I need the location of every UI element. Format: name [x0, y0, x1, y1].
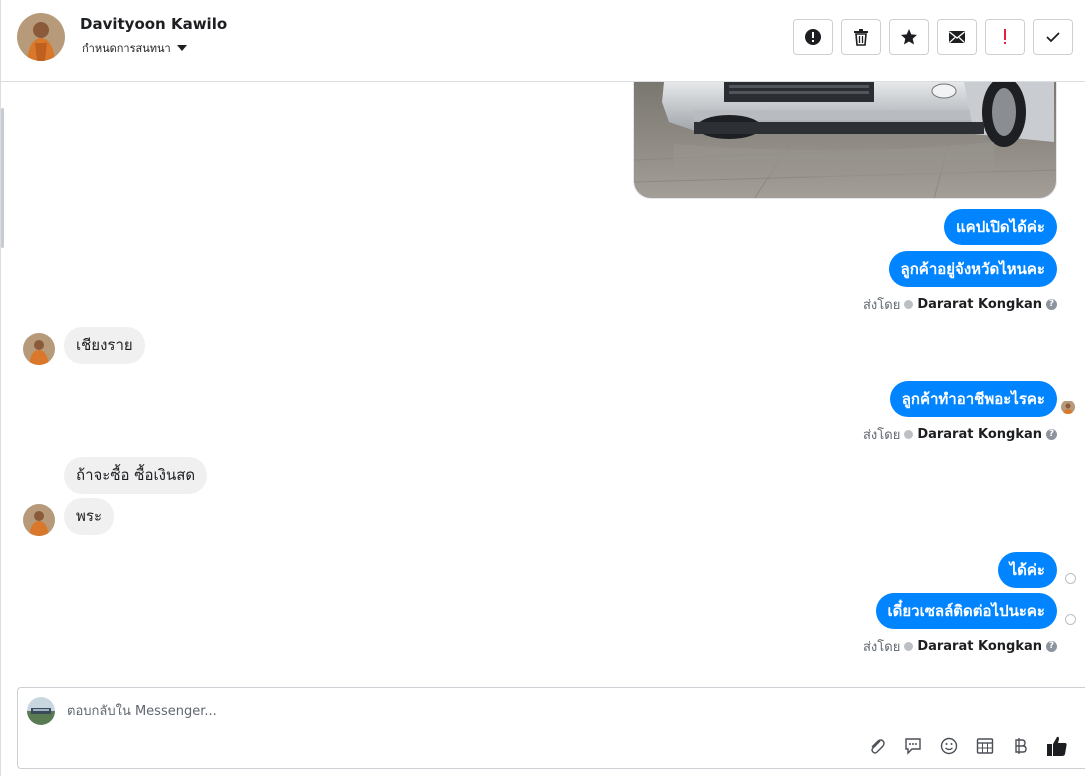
appointment-button[interactable]: [974, 735, 996, 757]
follow-up-button[interactable]: [985, 19, 1025, 55]
paperclip-icon: [871, 739, 885, 754]
contact-avatar-small[interactable]: [23, 333, 55, 365]
outgoing-message[interactable]: ได้ค่ะ: [997, 552, 1057, 588]
star-button[interactable]: [889, 19, 929, 55]
help-icon[interactable]: ?: [1046, 641, 1057, 652]
mark-done-button[interactable]: [1033, 19, 1073, 55]
conversation-panel: Davityoon Kawilo กำหนดการสนทนา แคปเปิดได…: [0, 0, 1085, 776]
thumbs-up-icon: [1047, 736, 1067, 756]
scrollbar[interactable]: [1, 108, 4, 248]
outgoing-message[interactable]: เดี๋ยวเซลล์ติดต่อไปนะคะ: [875, 593, 1057, 629]
calendar-grid-icon: [976, 738, 994, 754]
sent-by-line: ส่งโดย Dararat Kongkan ?: [863, 636, 1057, 657]
delete-button[interactable]: [841, 19, 881, 55]
agent-name[interactable]: Dararat Kongkan: [917, 297, 1042, 312]
reply-input[interactable]: [67, 699, 767, 723]
red-exclamation-icon: [1004, 29, 1006, 44]
sent-by-line: ส่งโดย Dararat Kongkan ?: [863, 424, 1057, 445]
car-photo-attachment[interactable]: [633, 82, 1057, 199]
envelope-icon: [949, 31, 965, 43]
check-icon: [1046, 32, 1060, 43]
conversation-options-dropdown[interactable]: กำหนดการสนทนา: [82, 39, 187, 57]
agent-name[interactable]: Dararat Kongkan: [917, 639, 1042, 654]
sent-by-label: ส่งโดย: [862, 298, 901, 313]
like-button[interactable]: [1046, 735, 1068, 757]
outgoing-message[interactable]: แคปเปิดได้ค่ะ: [944, 209, 1057, 245]
verified-icon: [904, 642, 914, 651]
incoming-message[interactable]: ถ้าจะซื้อ ซื้อเงินสด: [64, 457, 208, 494]
emoji-button[interactable]: [938, 735, 960, 757]
info-exclamation-icon: [805, 29, 821, 45]
sent-by-label: ส่งโดย: [862, 640, 901, 655]
outgoing-message[interactable]: ลูกค้าอยู่จังหวัดไหนคะ: [888, 251, 1057, 287]
trash-icon: [854, 29, 868, 46]
verified-icon: [904, 430, 914, 439]
chat-bubble-icon: [905, 738, 921, 755]
caret-down-icon: [176, 45, 187, 51]
seen-avatar: [1061, 400, 1075, 414]
sent-by-line: ส่งโดย Dararat Kongkan ?: [863, 294, 1057, 315]
help-icon[interactable]: ?: [1046, 429, 1057, 440]
star-icon: [901, 29, 917, 45]
spam-button[interactable]: [793, 19, 833, 55]
outgoing-message[interactable]: ลูกค้าทำอาชีพอะไรคะ: [889, 381, 1057, 417]
conversation-options-label: กำหนดการสนทนา: [82, 42, 171, 55]
page-avatar: [27, 697, 55, 725]
smiley-icon: [940, 737, 958, 755]
payment-button[interactable]: [1010, 735, 1032, 757]
composer-tools: [866, 735, 1068, 757]
conversation-header: Davityoon Kawilo กำหนดการสนทนา: [1, 0, 1085, 82]
saved-replies-button[interactable]: [902, 735, 924, 757]
mark-unread-button[interactable]: [937, 19, 977, 55]
delivered-icon: [1065, 573, 1076, 584]
help-icon[interactable]: ?: [1046, 299, 1057, 310]
contact-avatar[interactable]: [17, 13, 65, 61]
contact-name: Davityoon Kawilo: [80, 15, 228, 33]
contact-avatar-small[interactable]: [23, 504, 55, 536]
verified-icon: [904, 300, 914, 309]
incoming-message[interactable]: เชียงราย: [64, 327, 145, 364]
incoming-message[interactable]: พระ: [64, 498, 115, 535]
baht-icon: [1015, 738, 1027, 754]
attachment-button[interactable]: [866, 735, 888, 757]
sent-by-label: ส่งโดย: [862, 428, 901, 443]
header-toolbar: [793, 19, 1073, 55]
delivered-icon: [1065, 614, 1076, 625]
agent-name[interactable]: Dararat Kongkan: [917, 427, 1042, 442]
reply-composer: [17, 687, 1085, 769]
